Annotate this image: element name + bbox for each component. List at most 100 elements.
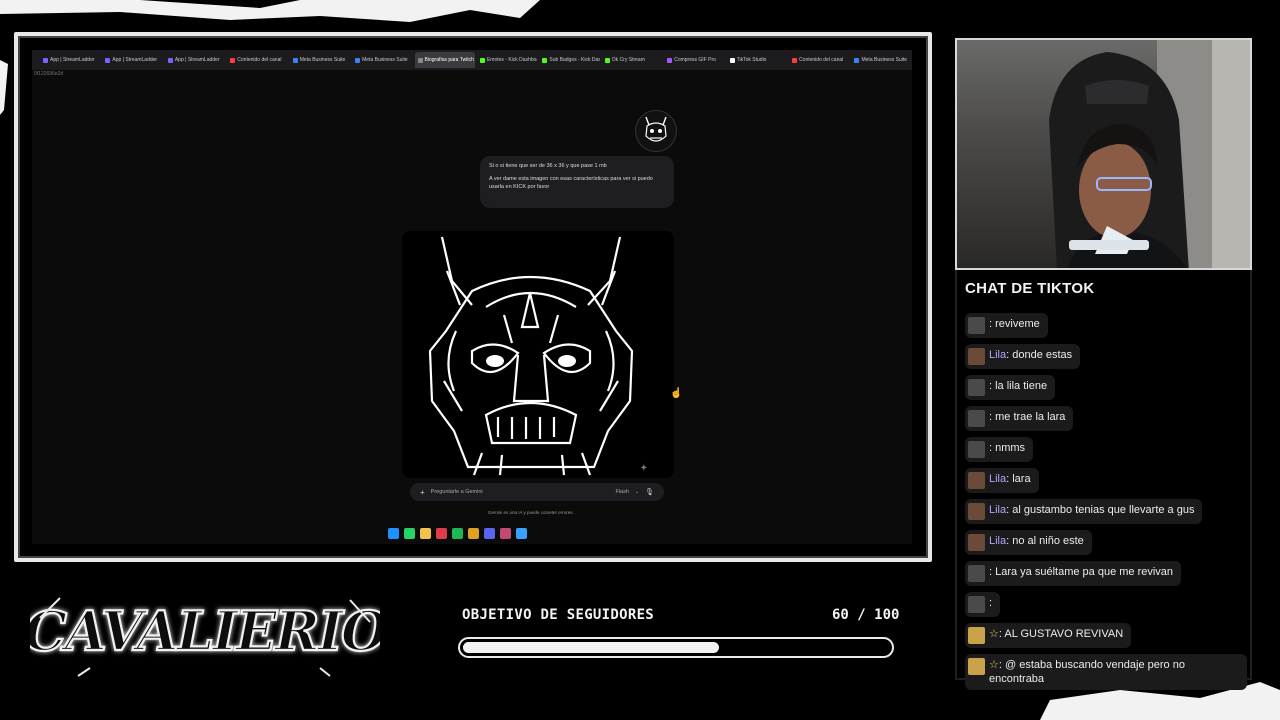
chat-username: Lila <box>989 349 1007 361</box>
tab-label: Meta Business Suite <box>362 57 408 63</box>
chat-message-body: ☆: AL GUSTAVO REVIVAN <box>989 627 1123 641</box>
tab-label: Emotes - Kick Dashboard <box>486 57 537 63</box>
windows-icon[interactable] <box>388 527 399 539</box>
browser-tab[interactable]: TikTok Studio <box>727 52 787 68</box>
chat-message: Lila: al gustambo tenias que llevarte a … <box>965 499 1203 524</box>
user-message-bubble: Si o si tiene que ser de 36 x 36 y que p… <box>480 156 674 208</box>
chat-text: : al gustambo tenias que llevarte a gus <box>1006 504 1195 516</box>
mouse-cursor-icon: ☝ <box>670 388 683 399</box>
chat-text: : @ estaba buscando vendaje pero no enco… <box>989 659 1185 685</box>
browser-tab[interactable]: Meta Business Suite <box>352 52 412 68</box>
chat-message-body: : Lara ya suéltame pa que me revivan <box>989 565 1173 579</box>
chat-message-body: Lila: lara <box>989 472 1031 486</box>
chat-avatar <box>968 410 985 427</box>
chat-message-body: Lila: donde estas <box>989 348 1072 362</box>
tab-label: Compress GIF Pro <box>674 57 716 63</box>
gemini-prompt-bar[interactable]: + Preguntarle a Gemini Flash ⌄ 🎙 <box>410 483 664 501</box>
user-message-line-2: A ver dame esta imagen con esas caracter… <box>489 176 653 190</box>
chat-avatar <box>968 472 985 489</box>
chat-username: Lila <box>989 473 1007 485</box>
windows-taskbar <box>388 525 527 541</box>
oni-mask-illustration <box>428 236 634 476</box>
chat-message-body: : nmms <box>989 441 1025 455</box>
chat-avatar <box>968 317 985 334</box>
tab-label: App | StreamLadder <box>50 57 95 63</box>
chat-text: : Lara ya suéltame pa que me revivan <box>989 566 1174 578</box>
tab-label: Meta Business Suite <box>861 57 908 63</box>
spotify-icon[interactable] <box>452 527 463 539</box>
tab-favicon-icon <box>854 57 860 63</box>
browser-tab[interactable]: Compress GIF Pro <box>664 52 724 68</box>
generated-oni-image[interactable]: ✦ <box>402 231 674 478</box>
chat-avatar <box>968 596 985 613</box>
chat-text: : me trae la lara <box>989 411 1066 423</box>
obs-icon[interactable] <box>500 527 511 539</box>
browser-icon[interactable] <box>516 527 527 539</box>
user-avatar <box>635 110 677 152</box>
tab-favicon-icon <box>355 57 361 63</box>
browser-tab[interactable]: App | StreamLadder <box>165 52 225 68</box>
chat-text: : reviveme <box>989 318 1040 330</box>
chat-message: : <box>965 592 1001 617</box>
browser-tab[interactable]: Sub Badges - Kick Dashboard <box>539 52 600 68</box>
webcam-feed <box>955 38 1252 270</box>
tab-favicon-icon <box>792 57 798 63</box>
screen-capture: App | StreamLadder App | StreamLadder App … <box>32 50 912 544</box>
tab-favicon-icon <box>230 57 236 63</box>
follower-goal-label: OBJETIVO DE SEGUIDORES <box>462 607 655 623</box>
chevron-down-icon: ⌄ <box>634 489 640 495</box>
chat-text: : lara <box>1006 473 1031 485</box>
gothic-logo-image: CAVALIERIO <box>23 597 391 677</box>
tab-label: Contenido del canal <box>799 57 844 63</box>
tab-label: App | StreamLadder <box>112 57 158 63</box>
follower-goal-progress-fill <box>463 642 719 653</box>
folder-icon[interactable] <box>420 527 431 539</box>
chat-message: Lila: donde estas <box>965 344 1081 369</box>
chat-message: : nmms <box>965 437 1034 462</box>
tab-favicon-icon <box>417 57 423 63</box>
browser-tab[interactable]: Emotes - Kick Dashboard <box>477 52 537 68</box>
chat-username: Lila <box>989 504 1007 516</box>
tab-label: Ok Cry Stream <box>611 57 645 63</box>
discord-icon[interactable] <box>484 527 495 539</box>
tab-favicon-icon <box>542 57 548 63</box>
follower-goal-count: 60 / 100 <box>832 607 900 623</box>
add-icon[interactable]: + <box>420 488 425 497</box>
chat-message-body: Lila: no al niño este <box>989 534 1084 548</box>
tab-favicon-icon <box>105 57 111 63</box>
url-hint: 0f122696e2d <box>34 71 64 77</box>
microphone-icon[interactable]: 🎙 <box>645 488 654 496</box>
gemini-disclaimer: Gemini es una IA y puede cometer errores… <box>488 510 574 515</box>
chat-avatar <box>968 658 985 675</box>
chat-message: ☆: @ estaba buscando vendaje pero no enc… <box>965 654 1247 690</box>
oni-mask-icon <box>645 116 667 142</box>
chrome-icon[interactable] <box>468 527 479 539</box>
chat-text: : no al niño este <box>1006 535 1084 547</box>
browser-tab[interactable]: App | StreamLadder <box>40 52 100 68</box>
browser-tab-bar: App | StreamLadder App | StreamLadder App … <box>32 50 912 70</box>
tab-label: App | StreamLadder <box>174 57 220 63</box>
model-selector[interactable]: Flash <box>615 489 628 495</box>
chat-avatar <box>968 503 985 520</box>
tab-label: Contenido del canal <box>237 57 282 63</box>
browser-tab[interactable]: Meta Business Suite <box>851 52 911 68</box>
app-red-icon[interactable] <box>436 527 447 539</box>
chat-avatar <box>968 379 985 396</box>
prompt-input[interactable]: Preguntarle a Gemini <box>431 489 610 495</box>
browser-tab[interactable]: Meta Business Suite <box>290 52 350 68</box>
chat-avatar <box>968 441 985 458</box>
browser-tab[interactable]: Biografías para Twitch y Kick <box>414 52 475 68</box>
chat-message-body: : la lila tiene <box>989 379 1047 393</box>
chat-username: ☆ <box>989 628 999 640</box>
browser-tab[interactable]: App | StreamLadder <box>102 52 162 68</box>
browser-tab[interactable]: Contenido del canal <box>789 52 849 68</box>
chat-avatar <box>968 534 985 551</box>
chat-message: ☆: AL GUSTAVO REVIVAN <box>965 623 1132 648</box>
chat-message: Lila: lara <box>965 468 1039 493</box>
chat-username: Lila <box>989 535 1007 547</box>
browser-tab[interactable]: Contenido del canal <box>227 52 287 68</box>
chat-text: : nmms <box>989 442 1026 454</box>
chat-title: CHAT DE TIKTOK <box>965 280 1095 297</box>
browser-tab[interactable]: Ok Cry Stream <box>602 52 662 68</box>
whatsapp-icon[interactable] <box>404 527 415 539</box>
